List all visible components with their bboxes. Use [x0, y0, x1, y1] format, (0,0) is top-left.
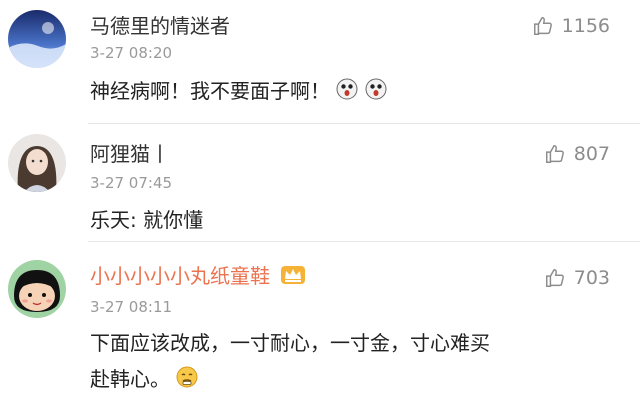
- surprised-face-emoji: [365, 76, 387, 110]
- avatar[interactable]: [8, 10, 66, 68]
- username-text: 小小小小小丸纸童鞋: [90, 264, 270, 288]
- timestamp: 3-27 07:45: [90, 174, 173, 192]
- avatar[interactable]: [8, 260, 66, 318]
- comment-item: 阿狸猫丨 3-27 07:45 807 乐天: 就你懂: [0, 124, 640, 240]
- comment-item: 小小小小小丸纸童鞋 3-27 08:11 703 下面应该改成，一寸耐心，一寸金…: [0, 242, 640, 412]
- comment-body: 赴韩心。: [90, 367, 170, 391]
- comment-text: 神经病啊！我不要面子啊！: [90, 74, 600, 110]
- thumbs-up-icon: [532, 15, 554, 37]
- like-button[interactable]: 703: [544, 266, 610, 290]
- timestamp: 3-27 08:20: [90, 44, 173, 62]
- like-button[interactable]: 1156: [532, 14, 610, 38]
- surprised-face-emoji: [336, 76, 358, 110]
- username[interactable]: 阿狸猫丨: [90, 142, 170, 166]
- like-count: 807: [573, 143, 610, 165]
- comment-body: 神经病啊！我不要面子啊！: [90, 79, 330, 103]
- comment-text-line: 下面应该改成，一寸耐心，一寸金，寸心难买: [90, 331, 490, 355]
- comment-text-line: 赴韩心。: [90, 362, 600, 398]
- timestamp: 3-27 08:11: [90, 298, 173, 316]
- username[interactable]: 马德里的情迷者: [90, 14, 230, 38]
- like-count: 703: [573, 267, 610, 289]
- crown-icon: [280, 264, 306, 291]
- comment-list: 马德里的情迷者 3-27 08:20 1156 神经病啊！我不要面子啊！ 阿狸猫…: [0, 0, 640, 412]
- comment-item: 马德里的情迷者 3-27 08:20 1156 神经病啊！我不要面子啊！: [0, 0, 640, 122]
- thumbs-up-icon: [544, 267, 566, 289]
- username[interactable]: 小小小小小丸纸童鞋: [90, 264, 306, 291]
- embarrassed-face-emoji: [176, 364, 198, 398]
- like-button[interactable]: 807: [544, 142, 610, 166]
- thumbs-up-icon: [544, 143, 566, 165]
- like-count: 1156: [561, 15, 610, 37]
- comment-text: 乐天: 就你懂: [90, 208, 204, 232]
- avatar[interactable]: [8, 134, 66, 192]
